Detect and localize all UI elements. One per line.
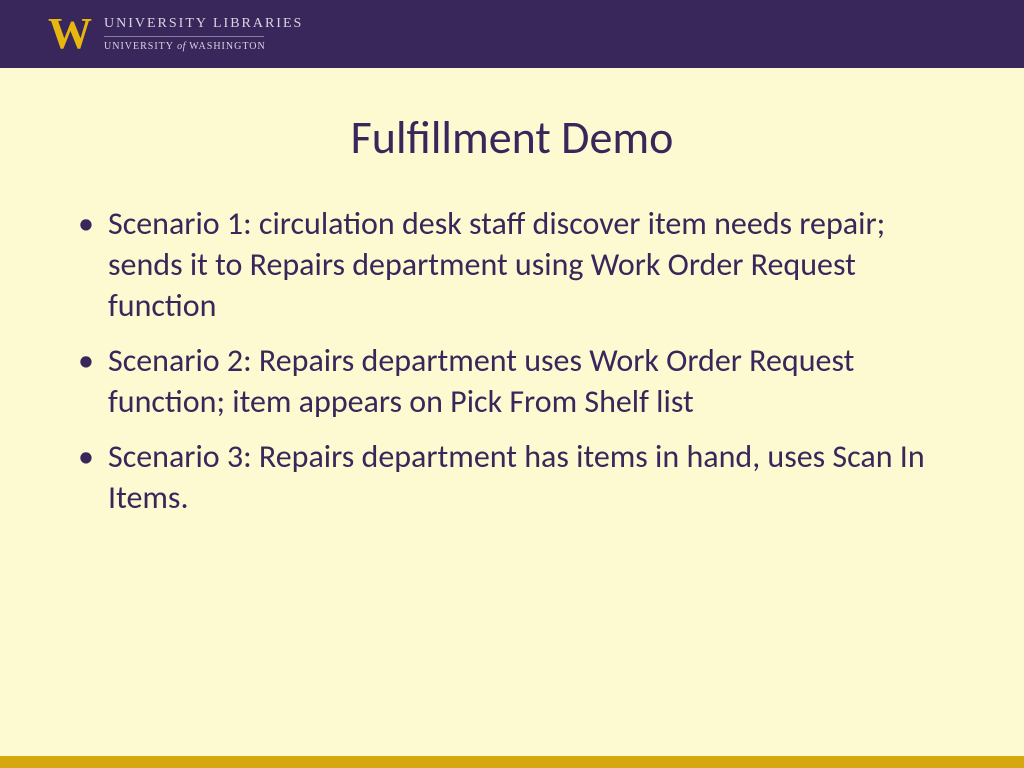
header-subtitle: UNIVERSITY of WASHINGTON	[104, 41, 303, 52]
slide-content: Scenario 1: circulation desk staff disco…	[0, 204, 1024, 756]
uw-logo-icon: W	[48, 12, 90, 56]
slide: W UNIVERSITY LIBRARIES UNIVERSITY of WAS…	[0, 0, 1024, 768]
header-bar: W UNIVERSITY LIBRARIES UNIVERSITY of WAS…	[0, 0, 1024, 68]
slide-title: Fulfillment Demo	[0, 110, 1024, 166]
subtitle-post: WASHINGTON	[186, 41, 266, 52]
list-item: Scenario 1: circulation desk staff disco…	[74, 204, 950, 327]
list-item: Scenario 2: Repairs department uses Work…	[74, 341, 950, 423]
subtitle-pre: UNIVERSITY	[104, 41, 177, 52]
subtitle-of: of	[177, 41, 186, 52]
header-title: UNIVERSITY LIBRARIES	[104, 16, 303, 32]
header-text-block: UNIVERSITY LIBRARIES UNIVERSITY of WASHI…	[104, 16, 303, 52]
header-divider	[104, 36, 264, 37]
bullet-list: Scenario 1: circulation desk staff disco…	[74, 204, 950, 519]
list-item: Scenario 3: Repairs department has items…	[74, 437, 950, 519]
footer-bar	[0, 756, 1024, 768]
